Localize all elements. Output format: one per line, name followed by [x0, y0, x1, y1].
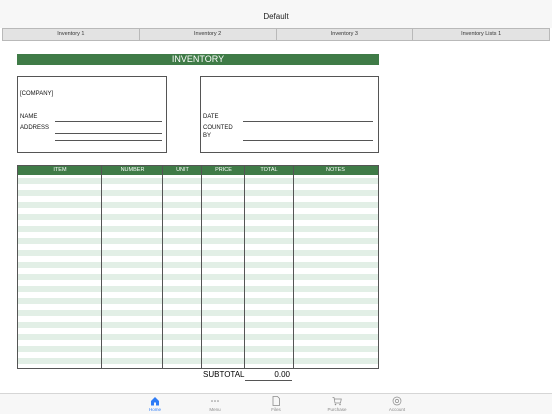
- column-divider: [101, 166, 102, 368]
- sheet-tab-inventory-lists-1[interactable]: Inventory Lists 1: [413, 29, 549, 40]
- table-row-band: [18, 226, 378, 232]
- count-info-box: DATE COUNTED BY: [200, 76, 379, 153]
- table-row-band: [18, 250, 378, 256]
- column-header-notes: NOTES: [326, 167, 345, 173]
- column-divider: [162, 166, 163, 368]
- table-row-band: [18, 310, 378, 316]
- table-row-band: [18, 286, 378, 292]
- sheet-tabs: Inventory 1 Inventory 2 Inventory 3 Inve…: [2, 28, 550, 41]
- tab-label: Files: [271, 407, 281, 412]
- sheet-tab-inventory-1[interactable]: Inventory 1: [3, 29, 140, 40]
- column-header-price: PRICE: [215, 167, 232, 173]
- title-bar: Default: [0, 0, 552, 28]
- tab-label: Purchase: [327, 407, 347, 412]
- address-field-line-1[interactable]: [55, 133, 162, 134]
- tab-label: Account: [388, 407, 406, 412]
- tab-label: Home: [148, 407, 161, 412]
- column-header-number: NUMBER: [120, 167, 145, 173]
- date-label: DATE: [203, 114, 219, 120]
- subtotal-label: SUBTOTAL: [203, 370, 245, 379]
- table-row-band: [18, 322, 378, 328]
- date-field[interactable]: [243, 121, 373, 122]
- company-field[interactable]: [COMPANY]: [20, 91, 53, 97]
- table-row-band: [18, 214, 378, 220]
- company-info-box: [COMPANY] NAME ADDRESS: [17, 76, 167, 153]
- address-label: ADDRESS: [20, 125, 50, 131]
- home-icon: [151, 397, 159, 406]
- tab-menu[interactable]: Menu: [200, 396, 230, 412]
- sheet-tab-inventory-2[interactable]: Inventory 2: [140, 29, 277, 40]
- name-label: NAME: [20, 114, 38, 120]
- column-divider: [201, 166, 202, 368]
- tab-home[interactable]: Home: [140, 396, 170, 412]
- bottom-tab-bar: Home Menu Files Purchase Account: [0, 393, 552, 414]
- subtotal-value: 0.00: [245, 370, 292, 381]
- counted-by-label-line-1: COUNTED: [203, 125, 233, 131]
- sheet-tab-inventory-3[interactable]: Inventory 3: [277, 29, 414, 40]
- name-field[interactable]: [55, 121, 162, 122]
- table-row-band: [18, 274, 378, 280]
- tab-files[interactable]: Files: [261, 396, 291, 412]
- inventory-table: ITEM NUMBER UNIT PRICE TOTAL NOTES: [17, 165, 379, 369]
- table-row-band: [18, 334, 378, 340]
- ellipsis-icon: [211, 400, 219, 402]
- column-divider: [244, 166, 245, 368]
- table-row-band: [18, 190, 378, 196]
- counted-by-field[interactable]: [243, 140, 373, 141]
- table-body[interactable]: [18, 175, 378, 368]
- gear-icon: [392, 396, 402, 406]
- file-icon: [272, 396, 280, 406]
- table-row-band: [18, 238, 378, 244]
- column-header-unit: UNIT: [176, 167, 189, 173]
- tab-account[interactable]: Account: [382, 396, 412, 412]
- table-row-band: [18, 262, 378, 268]
- cart-icon: [332, 397, 342, 406]
- address-field-line-2[interactable]: [55, 140, 162, 141]
- window-title: Default: [263, 12, 289, 21]
- table-row-band: [18, 346, 378, 352]
- table-row-band: [18, 358, 378, 364]
- counted-by-label-line-2: BY: [203, 133, 212, 139]
- column-header-item: ITEM: [53, 167, 67, 173]
- column-divider: [293, 166, 294, 368]
- tab-purchase[interactable]: Purchase: [322, 396, 352, 412]
- table-row-band: [18, 178, 378, 184]
- inventory-banner: INVENTORY: [17, 54, 379, 65]
- tab-label: Menu: [209, 407, 221, 412]
- table-row-band: [18, 202, 378, 208]
- column-header-total: TOTAL: [260, 167, 278, 173]
- table-row-band: [18, 298, 378, 304]
- table-header: ITEM NUMBER UNIT PRICE TOTAL NOTES: [18, 166, 378, 175]
